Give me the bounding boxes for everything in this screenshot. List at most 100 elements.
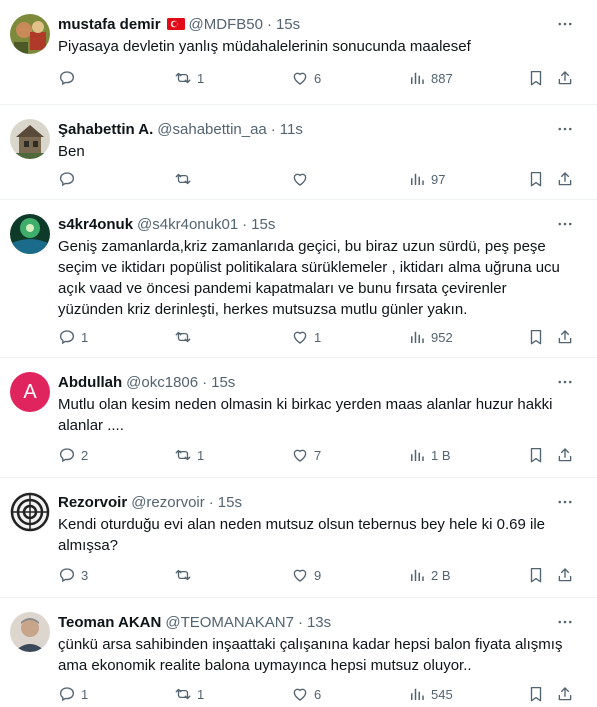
share-button[interactable] xyxy=(556,445,574,465)
tweet[interactable]: mustafa demir @MDFB50 · 15s Piyasaya dev… xyxy=(0,0,597,105)
separator-dot: · xyxy=(266,15,272,33)
display-name[interactable]: s4kr4onuk xyxy=(58,216,133,233)
avatar[interactable] xyxy=(10,119,50,159)
avatar-photo-icon xyxy=(10,14,50,54)
share-button[interactable] xyxy=(556,327,574,347)
more-icon[interactable] xyxy=(555,214,575,234)
more-icon[interactable] xyxy=(555,612,575,632)
timestamp[interactable]: 15s xyxy=(218,494,242,511)
timestamp[interactable]: 13s xyxy=(307,614,331,631)
share-icon xyxy=(556,685,574,703)
timestamp[interactable]: 15s xyxy=(276,16,300,33)
share-button[interactable] xyxy=(556,68,574,88)
reply-icon xyxy=(58,685,76,703)
tweet[interactable]: Şahabettin A. @sahabettin_aa · 11s Ben 9… xyxy=(0,105,597,200)
like-count: 1 xyxy=(314,329,322,345)
bookmark-button[interactable] xyxy=(527,445,545,465)
like-count: 6 xyxy=(314,686,322,702)
views-button[interactable]: 887 xyxy=(408,68,453,88)
avatar-photo-icon xyxy=(10,214,50,254)
tweet[interactable]: Teoman AKAN @TEOMANAKAN7 · 13s çünkü ars… xyxy=(0,598,597,707)
share-icon xyxy=(556,69,574,87)
more-icon[interactable] xyxy=(555,14,575,34)
tweet-header: Abdullah @okc1806 · 15s xyxy=(58,372,557,392)
reply-icon xyxy=(58,566,76,584)
reply-count: 2 xyxy=(81,447,89,463)
retweet-button[interactable] xyxy=(174,169,197,189)
tweet-header: Şahabettin A. @sahabettin_aa · 11s xyxy=(58,119,557,139)
like-button[interactable]: 7 xyxy=(291,445,321,465)
bookmark-button[interactable] xyxy=(527,565,545,585)
views-button[interactable]: 1 B xyxy=(408,445,451,465)
reply-button[interactable] xyxy=(58,169,81,189)
retweet-button[interactable] xyxy=(174,327,197,347)
reply-button[interactable]: 2 xyxy=(58,445,88,465)
tweet[interactable]: s4kr4onuk @s4kr4onuk01 · 15s Geniş zaman… xyxy=(0,200,597,358)
views-button[interactable]: 97 xyxy=(408,169,445,189)
more-icon[interactable] xyxy=(555,372,575,392)
display-name[interactable]: Rezorvoir xyxy=(58,494,127,511)
views-button[interactable]: 952 xyxy=(408,327,453,347)
avatar[interactable] xyxy=(10,14,50,54)
share-icon xyxy=(556,328,574,346)
tweet-actions: 1 1 952 xyxy=(58,327,578,347)
display-name[interactable]: Şahabettin A. xyxy=(58,121,153,138)
timestamp[interactable]: 15s xyxy=(251,216,275,233)
user-handle[interactable]: @okc1806 xyxy=(126,374,198,391)
avatar[interactable] xyxy=(10,492,50,532)
share-button[interactable] xyxy=(556,565,574,585)
like-button[interactable]: 1 xyxy=(291,327,321,347)
reply-button[interactable]: 3 xyxy=(58,565,88,585)
tweet[interactable]: A Abdullah @okc1806 · 15s Mutlu olan kes… xyxy=(0,358,597,478)
user-handle[interactable]: @TEOMANAKAN7 xyxy=(165,614,294,631)
bookmark-button[interactable] xyxy=(527,68,545,88)
bookmark-icon xyxy=(527,566,545,584)
avatar-letter: A xyxy=(23,380,37,403)
views-icon xyxy=(408,446,426,464)
reply-button[interactable]: 1 xyxy=(58,327,88,347)
user-handle[interactable]: @MDFB50 xyxy=(189,16,263,33)
tweet[interactable]: Rezorvoir @rezorvoir · 15s Kendi oturduğ… xyxy=(0,478,597,598)
view-count: 2 B xyxy=(431,567,451,583)
views-button[interactable]: 2 B xyxy=(408,565,451,585)
like-button[interactable] xyxy=(291,169,314,189)
avatar[interactable] xyxy=(10,612,50,652)
retweet-button[interactable]: 1 xyxy=(174,445,204,465)
display-name[interactable]: mustafa demir xyxy=(58,16,161,33)
bookmark-button[interactable] xyxy=(527,327,545,347)
user-handle[interactable]: @s4kr4onuk01 xyxy=(137,216,238,233)
timestamp[interactable]: 11s xyxy=(280,121,303,138)
views-button[interactable]: 545 xyxy=(408,684,453,704)
share-icon xyxy=(556,446,574,464)
like-button[interactable]: 9 xyxy=(291,565,321,585)
like-count: 6 xyxy=(314,70,322,86)
tweet-text: Kendi oturduğu evi alan neden mutsuz ols… xyxy=(58,516,545,554)
reply-count: 1 xyxy=(81,329,89,345)
bookmark-button[interactable] xyxy=(527,684,545,704)
avatar[interactable] xyxy=(10,214,50,254)
tweet-actions: 1 6 887 xyxy=(58,68,578,88)
like-icon xyxy=(291,566,309,584)
tweet-actions: 2 1 7 1 B xyxy=(58,445,578,465)
bookmark-button[interactable] xyxy=(527,169,545,189)
display-name[interactable]: Abdullah xyxy=(58,374,122,391)
more-icon[interactable] xyxy=(555,492,575,512)
share-button[interactable] xyxy=(556,169,574,189)
retweet-button[interactable] xyxy=(174,565,197,585)
retweet-button[interactable]: 1 xyxy=(174,68,204,88)
like-button[interactable]: 6 xyxy=(291,684,321,704)
timestamp[interactable]: 15s xyxy=(211,374,235,391)
reply-button[interactable]: 1 xyxy=(58,684,88,704)
user-handle[interactable]: @sahabettin_aa xyxy=(157,121,266,138)
share-button[interactable] xyxy=(556,684,574,704)
separator-dot: · xyxy=(242,215,248,233)
more-icon[interactable] xyxy=(555,119,575,139)
retweet-button[interactable]: 1 xyxy=(174,684,204,704)
separator-dot: · xyxy=(297,613,303,631)
user-handle[interactable]: @rezorvoir xyxy=(131,494,205,511)
reply-button[interactable] xyxy=(58,68,81,88)
like-button[interactable]: 6 xyxy=(291,68,321,88)
avatar[interactable]: A xyxy=(10,372,50,412)
bookmark-icon xyxy=(527,69,545,87)
display-name[interactable]: Teoman AKAN xyxy=(58,614,161,631)
